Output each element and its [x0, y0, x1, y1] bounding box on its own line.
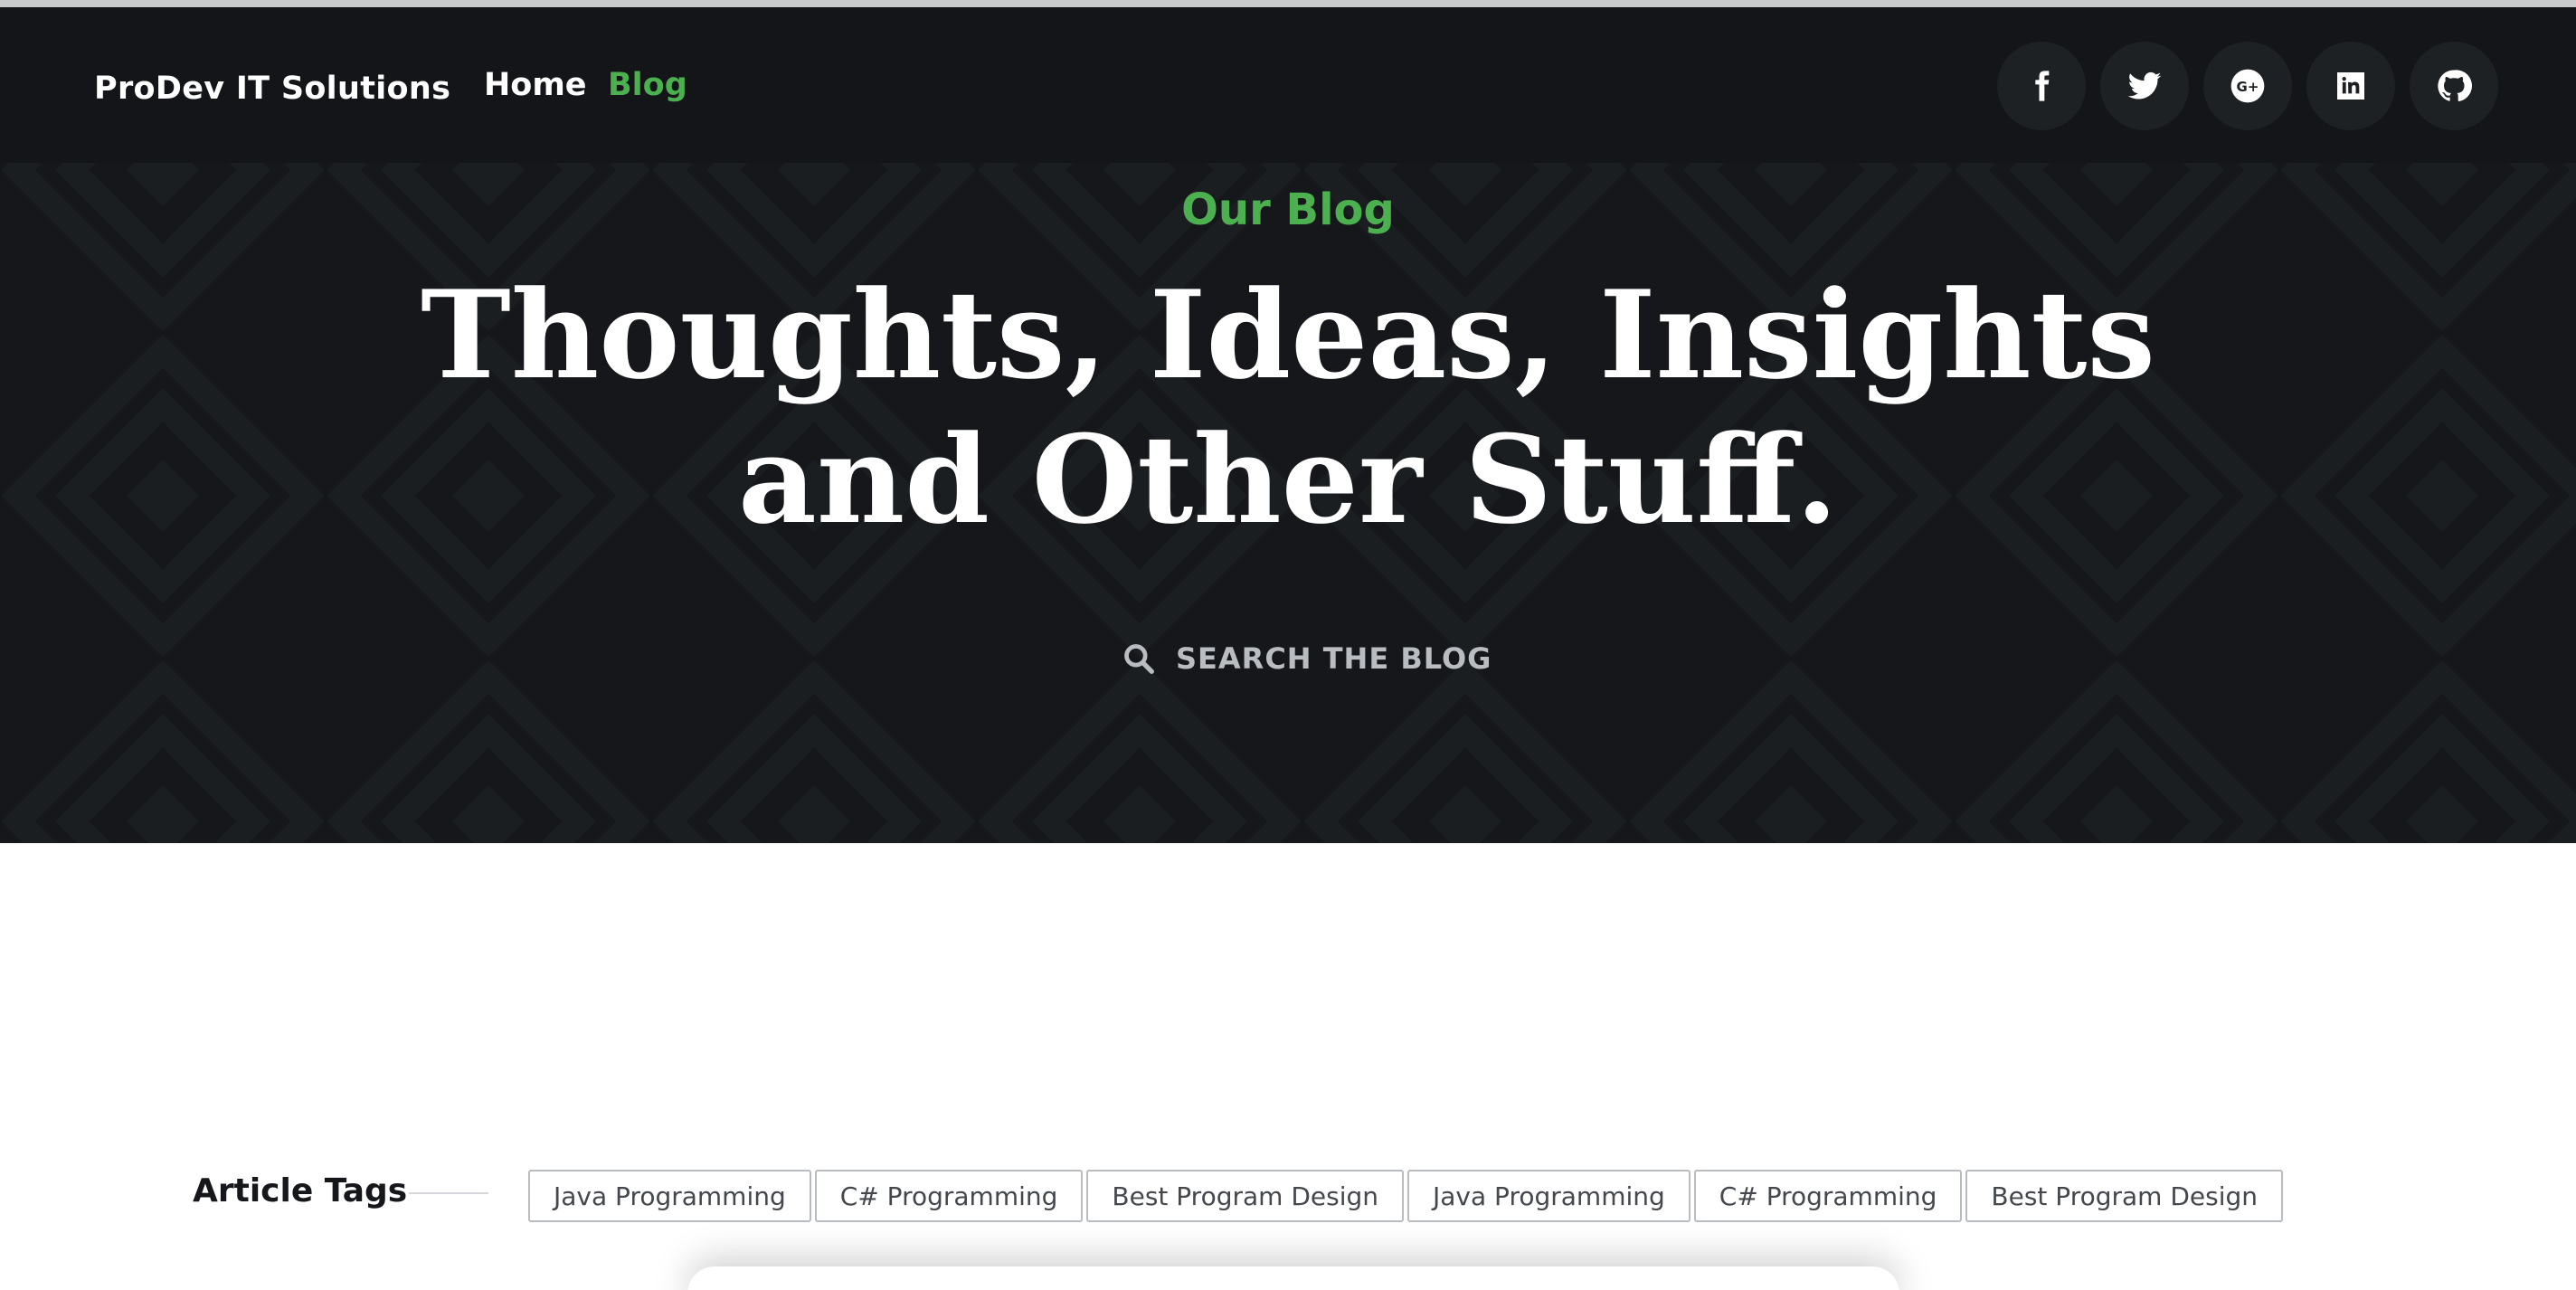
tag-csharp-programming[interactable]: C# Programming — [1693, 1170, 1963, 1222]
linkedin-button[interactable] — [2306, 42, 2395, 130]
tag-list: Java Programming C# Programming Best Pro… — [528, 1170, 2284, 1222]
github-button[interactable] — [2410, 42, 2498, 130]
navbar: ProDev IT Solutions Home Blog G+ — [0, 7, 2576, 163]
twitter-button[interactable] — [2100, 42, 2189, 130]
browser-top-strip — [0, 0, 2576, 7]
svg-text:G+: G+ — [2237, 79, 2259, 95]
google-plus-button[interactable]: G+ — [2203, 42, 2292, 130]
facebook-button[interactable] — [1997, 42, 2086, 130]
article-tags-divider — [409, 1192, 488, 1194]
nav-link-blog[interactable]: Blog — [608, 67, 687, 103]
article-card-top-edge — [687, 1266, 1899, 1290]
github-icon — [2438, 70, 2472, 102]
search-button[interactable]: SEARCH THE BLOG — [1122, 631, 1492, 686]
google-plus-icon: G+ — [2230, 69, 2265, 103]
hero-section: ProDev IT Solutions Home Blog G+ Our Blo… — [0, 7, 2576, 843]
search-label: SEARCH THE BLOG — [1176, 641, 1492, 676]
nav-link-home[interactable]: Home — [484, 67, 587, 103]
tag-best-program-design[interactable]: Best Program Design — [1086, 1170, 1405, 1222]
headline-line-2: and Other Stuff. — [738, 408, 1838, 551]
brand-logo[interactable]: ProDev IT Solutions — [94, 71, 450, 107]
hero-eyebrow: Our Blog — [1181, 185, 1395, 235]
search-icon — [1124, 644, 1154, 674]
tag-java-programming[interactable]: Java Programming — [528, 1170, 811, 1222]
linkedin-icon — [2337, 72, 2364, 100]
hero-headline: Thoughts, Ideas, Insights and Other Stuf… — [0, 262, 2576, 552]
headline-line-1: Thoughts, Ideas, Insights — [421, 263, 2155, 406]
facebook-icon — [2035, 71, 2050, 101]
article-tags-title: Article Tags — [193, 1172, 408, 1209]
tag-csharp-programming[interactable]: C# Programming — [814, 1170, 1084, 1222]
tag-java-programming[interactable]: Java Programming — [1407, 1170, 1690, 1222]
tag-best-program-design[interactable]: Best Program Design — [1965, 1170, 2284, 1222]
twitter-icon — [2127, 71, 2162, 100]
